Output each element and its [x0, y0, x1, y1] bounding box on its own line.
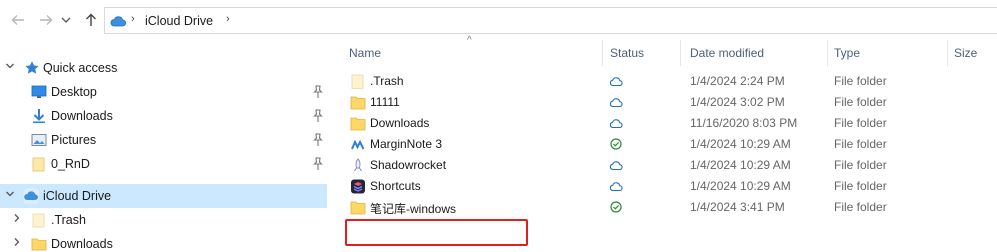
file-type: File folder [834, 158, 887, 172]
file-name: 11111 [370, 95, 400, 109]
file-type: File folder [834, 137, 887, 151]
breadcrumb-chevron[interactable]: › [226, 13, 230, 25]
file-type: File folder [834, 179, 887, 193]
sidebar-item-label: Downloads [51, 109, 113, 123]
sidebar-item-0-rnd[interactable]: 0_RnD [0, 152, 330, 176]
column-header-type[interactable]: Type [834, 46, 860, 60]
file-row-shortcuts[interactable]: Shortcuts 1/4/2024 10:29 AM File folder [335, 176, 997, 197]
file-date: 1/4/2024 10:29 AM [690, 179, 791, 193]
breadcrumb-separator[interactable]: › [131, 13, 135, 25]
shortcuts-icon [350, 179, 366, 194]
column-header-name[interactable]: Name [349, 46, 381, 60]
column-header-date-modified[interactable]: Date modified [690, 46, 764, 60]
file-name: Shadowrocket [370, 158, 447, 172]
sidebar-item-icloud-downloads[interactable]: Downloads [0, 232, 330, 252]
chevron-down-icon[interactable] [5, 61, 15, 74]
folder-icon [350, 116, 366, 131]
star-icon [24, 60, 40, 76]
chevron-right-icon[interactable] [12, 237, 22, 250]
shadowrocket-icon [350, 158, 366, 173]
folder-icon [350, 95, 366, 110]
pin-icon[interactable] [312, 109, 324, 123]
pin-icon[interactable] [312, 85, 324, 99]
column-header-status[interactable]: Status [610, 46, 644, 60]
file-type: File folder [834, 74, 887, 88]
pictures-icon [31, 132, 47, 148]
highlight-annotation-box [345, 219, 528, 246]
file-date: 1/4/2024 10:29 AM [690, 137, 791, 151]
desktop-icon [31, 84, 47, 100]
file-name: .Trash [370, 74, 404, 88]
marginnote-icon [350, 137, 366, 152]
column-divider[interactable] [827, 40, 828, 66]
arrow-right-icon[interactable] [37, 11, 55, 29]
file-date: 1/4/2024 3:41 PM [690, 200, 785, 214]
file-row-marginnote[interactable]: MarginNote 3 1/4/2024 10:29 AM File fold… [335, 134, 997, 155]
column-divider[interactable] [602, 40, 603, 66]
sidebar-item-label: iCloud Drive [43, 189, 112, 203]
file-date: 1/4/2024 3:02 PM [690, 95, 785, 109]
folder-icon [31, 236, 47, 252]
file-type: File folder [834, 116, 887, 130]
cloud-icon [609, 180, 623, 192]
folder-icon [31, 156, 47, 172]
sidebar-item-quick-access[interactable]: Quick access [0, 56, 330, 80]
sidebar-item-pictures[interactable]: Pictures [0, 128, 330, 152]
cloud-icon [110, 14, 127, 28]
column-divider[interactable] [680, 40, 681, 66]
cloud-icon [23, 188, 39, 204]
cloud-icon [609, 75, 623, 87]
file-type: File folder [834, 95, 887, 109]
file-name: 笔记库-windows [370, 202, 457, 216]
folder-icon [350, 200, 366, 215]
chevron-down-icon[interactable] [60, 11, 72, 29]
cloud-icon [609, 117, 623, 129]
sidebar-item-icloud-drive[interactable]: iCloud Drive [0, 184, 327, 208]
file-date: 1/4/2024 2:24 PM [690, 74, 785, 88]
column-header-size[interactable]: Size [954, 46, 977, 60]
file-row-downloads[interactable]: Downloads 11/16/2020 8:03 PM File folder [335, 113, 997, 134]
column-divider[interactable] [947, 40, 948, 66]
file-row-shadowrocket[interactable]: Shadowrocket 1/4/2024 10:29 AM File fold… [335, 155, 997, 176]
chevron-down-icon[interactable] [5, 189, 15, 202]
file-name: MarginNote 3 [370, 137, 443, 151]
sidebar-item-label: 0_RnD [51, 157, 90, 171]
sidebar-item-label: Quick access [43, 61, 118, 75]
file-row-notes-windows[interactable]: 笔记库-windows 1/4/2024 3:41 PM File folder [335, 197, 997, 218]
arrow-up-icon[interactable] [82, 11, 100, 29]
synced-check-icon [609, 138, 623, 150]
sort-ascending-icon: ^ [467, 35, 472, 46]
address-bar[interactable]: › iCloud Drive › [104, 7, 997, 34]
file-date: 1/4/2024 10:29 AM [690, 158, 791, 172]
file-name: Downloads [370, 116, 430, 130]
folder-icon [31, 212, 47, 228]
breadcrumb-icloud-drive[interactable]: iCloud Drive [145, 14, 213, 28]
download-arrow-icon [31, 108, 47, 124]
pin-icon[interactable] [312, 133, 324, 147]
sidebar-item-label: Pictures [51, 133, 97, 147]
file-row-trash[interactable]: .Trash 1/4/2024 2:24 PM File folder [335, 71, 997, 92]
sidebar-item-label: Downloads [51, 237, 113, 251]
sidebar-item-desktop[interactable]: Desktop [0, 80, 330, 104]
synced-check-icon [609, 201, 623, 213]
navigation-pane: Quick access Desktop Downloads Pictures [0, 40, 330, 252]
sidebar-item-downloads[interactable]: Downloads [0, 104, 330, 128]
navigation-bar: › iCloud Drive › [0, 0, 997, 40]
cloud-icon [609, 159, 623, 171]
pin-icon[interactable] [312, 157, 324, 171]
arrow-left-icon[interactable] [9, 11, 27, 29]
sidebar-item-trash[interactable]: .Trash [0, 208, 330, 232]
file-date: 11/16/2020 8:03 PM [690, 116, 798, 130]
sidebar-item-label: Desktop [51, 85, 97, 99]
file-row-11111[interactable]: 11111 1/4/2024 3:02 PM File folder [335, 92, 997, 113]
folder-light-icon [350, 74, 366, 89]
sidebar-item-label: .Trash [51, 213, 86, 227]
chevron-right-icon[interactable] [12, 213, 22, 226]
file-type: File folder [834, 200, 887, 214]
cloud-icon [609, 96, 623, 108]
file-name: Shortcuts [370, 179, 421, 193]
